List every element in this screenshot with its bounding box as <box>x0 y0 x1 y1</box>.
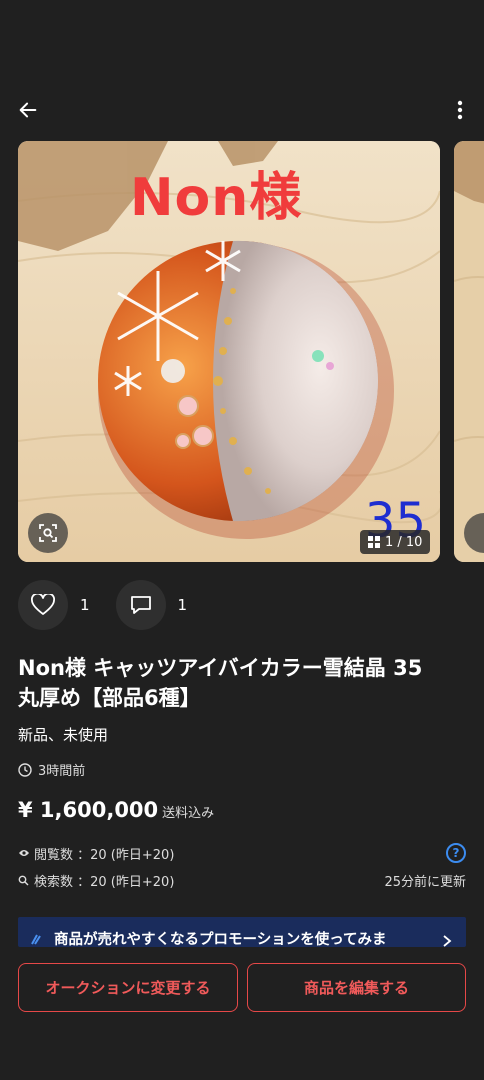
item-condition: 新品、未使用 <box>18 726 109 744</box>
views-row: 閲覧数 ：20 (昨日+20) ? <box>18 842 466 864</box>
like-button[interactable] <box>18 580 68 630</box>
item-title: Non様 キャッツアイバイカラー雪結晶 35 丸厚め【部品6種】 <box>18 656 444 710</box>
searches-row: 検索数 ：20 (昨日+20) 25分前に更新 <box>18 869 466 891</box>
image-counter[interactable]: 1 / 10 <box>360 530 431 554</box>
more-vertical-icon <box>457 100 463 120</box>
help-icon[interactable]: ? <box>446 843 466 863</box>
promotion-text: 商品が売れやすくなるプロモーションを使ってみま <box>54 932 387 947</box>
product-photo[interactable]: Non様 35 1 / 10 <box>18 141 440 562</box>
image-carousel[interactable]: Non様 35 1 / 10 <box>18 141 484 562</box>
comment-button[interactable] <box>115 580 166 630</box>
back-button[interactable] <box>12 94 44 126</box>
more-options-button[interactable] <box>448 94 472 126</box>
updated-text: 25分前に更新 <box>384 874 466 890</box>
searches-text: 検索数 ：20 (昨日+20) <box>34 874 175 890</box>
next-photo-image <box>454 141 484 562</box>
top-bar <box>0 88 484 132</box>
heart-icon <box>31 594 55 615</box>
photo-overlay-name: Non様 <box>130 168 303 228</box>
like-count: 1 <box>80 596 90 614</box>
image-counter-text: 1 / 10 <box>385 534 423 550</box>
shipping-label: 送料込み <box>162 806 215 821</box>
chevron-right-icon <box>443 935 452 947</box>
posted-time: 3時間前 <box>18 760 85 779</box>
next-product-photo[interactable] <box>454 141 484 562</box>
edit-item-button[interactable]: 商品を編集する <box>247 963 466 1012</box>
views-text: 閲覧数 ：20 (昨日+20) <box>34 847 175 863</box>
arrow-left-icon <box>19 102 37 118</box>
bottom-action-bar: オークションに変更する 商品を編集する <box>0 947 484 1080</box>
item-price: ¥ 1,600,000 <box>18 798 159 822</box>
promotion-icon <box>31 934 41 945</box>
grid-icon <box>368 536 380 548</box>
image-search-icon <box>39 524 57 542</box>
comment-icon <box>130 596 151 614</box>
posted-time-text: 3時間前 <box>38 764 86 779</box>
clock-icon <box>18 762 32 777</box>
image-search-button[interactable] <box>28 513 68 553</box>
comment-count: 1 <box>177 596 188 614</box>
price-row: ¥ 1,600,000 送料込み <box>18 798 214 822</box>
action-row: 1 1 <box>18 580 213 630</box>
change-to-auction-button[interactable]: オークションに変更する <box>18 963 238 1012</box>
promotion-banner[interactable]: 商品が売れやすくなるプロモーションを使ってみま <box>18 917 466 947</box>
eye-icon <box>19 850 29 856</box>
search-icon <box>18 875 29 885</box>
